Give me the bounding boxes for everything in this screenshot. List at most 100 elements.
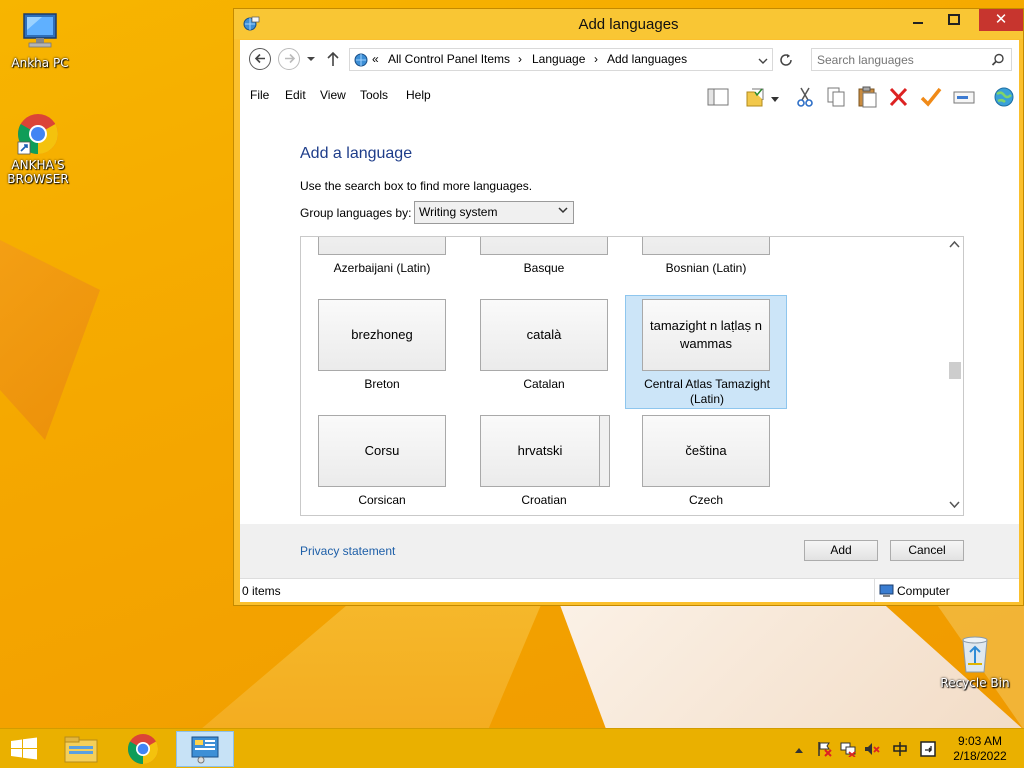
language-tile-preview: hrvatski	[480, 415, 600, 487]
recent-locations-dropdown[interactable]	[306, 53, 316, 67]
menu-view[interactable]: View	[320, 88, 346, 102]
language-tile-croatian[interactable]: hrvatski Croatian	[463, 411, 625, 515]
wallpaper-shape	[0, 240, 100, 440]
desktop-icon-label: Ankha PC	[11, 56, 69, 70]
scroll-up-arrow-icon[interactable]	[949, 240, 960, 251]
status-location-label: Computer	[897, 584, 950, 598]
status-bar: 0 items Computer	[240, 578, 1019, 602]
properties-check-icon[interactable]	[919, 86, 943, 108]
maximize-button[interactable]	[941, 9, 967, 31]
privacy-statement-link[interactable]: Privacy statement	[300, 544, 395, 558]
language-tile-basque[interactable]: Basque	[463, 237, 625, 293]
close-button[interactable]: ✕	[979, 9, 1023, 31]
search-hint: Use the search box to find more language…	[300, 179, 533, 193]
folder-options-icon[interactable]	[744, 86, 768, 108]
breadcrumb-separator[interactable]: ›	[518, 52, 522, 66]
language-tile-catalan[interactable]: català Catalan	[463, 295, 625, 409]
group-by-label: Group languages by:	[300, 206, 412, 220]
layout-pane-icon[interactable]	[706, 86, 730, 108]
breadcrumb-add-languages[interactable]: Add languages	[607, 52, 687, 66]
language-tile-preview: Corsu	[318, 415, 446, 487]
chrome-icon	[127, 734, 159, 764]
address-bar: « All Control Panel Items › Language › A…	[240, 40, 1019, 80]
breadcrumb-all-control-panel-items[interactable]: All Control Panel Items	[388, 52, 510, 66]
address-dropdown[interactable]	[758, 55, 768, 69]
language-list: Azerbaijani (Latin) Basque Bosnian (Lati…	[300, 236, 964, 516]
breadcrumb-overflow[interactable]: «	[372, 52, 379, 66]
clock-time: 9:03 AM	[957, 734, 1003, 748]
taskbar-chrome[interactable]	[114, 731, 172, 767]
start-button[interactable]	[0, 731, 48, 767]
language-tile-preview: català	[480, 299, 608, 371]
tile-stack-indicator	[604, 415, 610, 487]
chevron-down-icon	[758, 58, 768, 64]
language-tile-preview: čeština	[642, 415, 770, 487]
windows-logo-icon	[11, 737, 37, 760]
title-bar[interactable]: Add languages ✕	[234, 9, 1023, 39]
language-caption: Corsican	[358, 493, 406, 507]
menu-file[interactable]: File	[250, 88, 269, 102]
cut-icon[interactable]	[793, 86, 817, 108]
back-button[interactable]	[249, 48, 271, 70]
taskbar-control-panel[interactable]	[176, 731, 234, 767]
forward-arrow-icon	[284, 53, 295, 64]
language-caption: Bosnian (Latin)	[665, 261, 747, 275]
search-box	[811, 48, 1012, 71]
scroll-down-arrow-icon[interactable]	[949, 501, 960, 512]
language-caption: Basque	[523, 261, 565, 275]
minimize-button[interactable]	[905, 9, 931, 31]
system-clock[interactable]: 9:03 AM 2/18/2022	[940, 734, 1020, 764]
menu-edit[interactable]: Edit	[285, 88, 306, 102]
language-tile-preview: brezhoneg	[318, 299, 446, 371]
language-caption: Croatian	[521, 493, 567, 507]
language-tile-corsican[interactable]: Corsu Corsican	[301, 411, 463, 515]
content-area: Add a language Use the search box to fin…	[240, 110, 1019, 524]
item-count: 0 items	[242, 584, 281, 598]
language-tile-bosnian[interactable]: Bosnian (Latin)	[625, 237, 787, 293]
dialog-footer: Privacy statement Add Cancel	[240, 524, 1019, 578]
add-button[interactable]: Add	[804, 540, 878, 561]
chevron-down-icon	[558, 205, 568, 218]
desktop-window-icon[interactable]	[920, 741, 936, 757]
language-caption: Azerbaijani (Latin)	[333, 261, 431, 275]
menu-help[interactable]: Help	[406, 88, 431, 102]
language-caption: Central Atlas Tamazight (Latin)	[644, 377, 770, 406]
computer-icon	[879, 583, 895, 602]
action-center-flag-icon[interactable]	[816, 741, 832, 757]
desktop-icon-ankha-pc[interactable]: Ankha PC	[2, 10, 78, 70]
taskbar: 9:03 AM 2/18/2022	[0, 728, 1024, 768]
volume-muted-icon[interactable]	[864, 741, 880, 757]
vertical-scrollbar[interactable]	[946, 237, 963, 515]
up-button[interactable]	[326, 51, 340, 70]
scrollbar-thumb[interactable]	[949, 362, 961, 379]
forward-button[interactable]	[278, 48, 300, 70]
copy-icon[interactable]	[824, 86, 848, 108]
cancel-button[interactable]: Cancel	[890, 540, 964, 561]
taskbar-file-explorer[interactable]	[52, 731, 110, 767]
breadcrumb-language[interactable]: Language	[532, 52, 585, 66]
rename-icon[interactable]	[952, 86, 976, 108]
chevron-down-icon[interactable]	[770, 93, 780, 107]
refresh-button[interactable]	[778, 52, 794, 71]
globe-icon[interactable]	[992, 86, 1016, 108]
paste-icon[interactable]	[856, 86, 880, 108]
breadcrumb-separator[interactable]: ›	[594, 52, 598, 66]
desktop-icon-recycle-bin[interactable]: Recycle Bin	[937, 630, 1013, 690]
language-tile-central-atlas-tamazight[interactable]: tamazight n laṭlaṣ n wammas Central Atla…	[625, 295, 787, 409]
chrome-icon	[16, 112, 60, 156]
language-tile-azerbaijani[interactable]: Azerbaijani (Latin)	[301, 237, 463, 293]
desktop-icon-label: ANKHA'S BROWSER	[7, 158, 69, 186]
group-by-select[interactable]: Writing system	[414, 201, 574, 224]
menu-tools[interactable]: Tools	[360, 88, 388, 102]
address-box[interactable]: « All Control Panel Items › Language › A…	[349, 48, 773, 71]
network-icon[interactable]	[840, 741, 856, 758]
desktop-icon-browser[interactable]: ANKHA'S BROWSER	[0, 112, 76, 186]
show-hidden-icons-chevron-icon[interactable]	[794, 743, 810, 759]
language-tile-breton[interactable]: brezhoneg Breton	[301, 295, 463, 409]
language-tile-preview	[480, 237, 608, 255]
search-icon[interactable]	[991, 53, 1005, 70]
delete-icon[interactable]	[887, 86, 911, 108]
language-tile-czech[interactable]: čeština Czech	[625, 411, 787, 515]
search-input[interactable]	[812, 49, 982, 70]
input-method-icon[interactable]	[892, 741, 908, 757]
